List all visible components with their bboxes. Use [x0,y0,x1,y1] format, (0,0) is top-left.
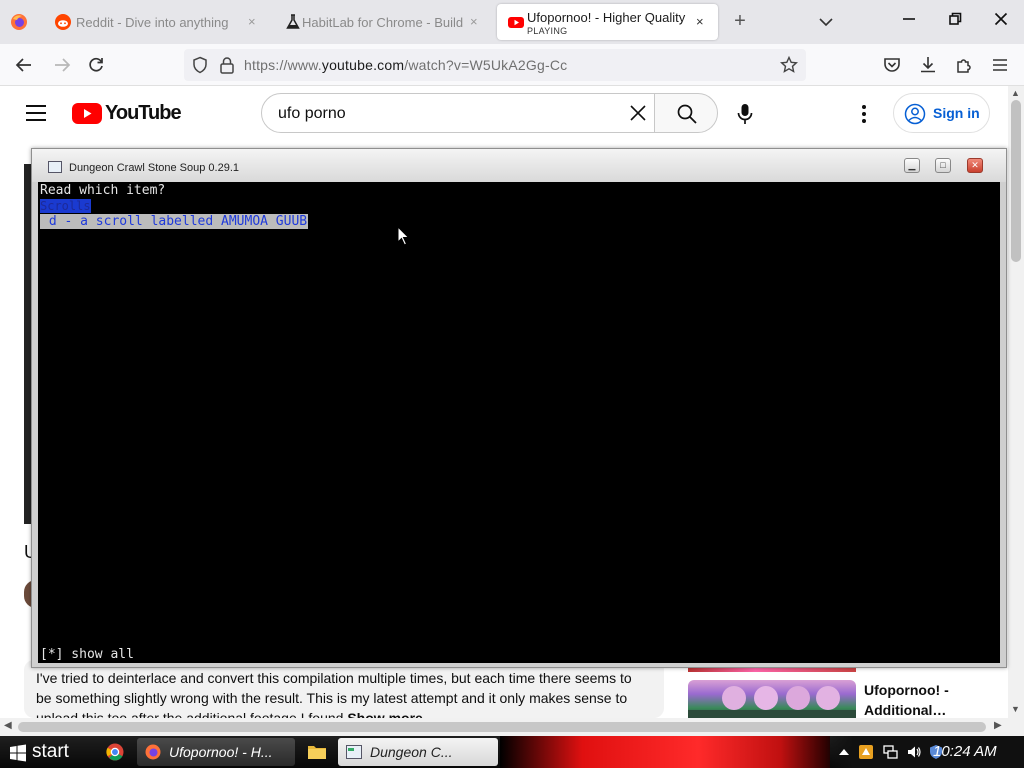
url-path: /watch?v=W5UkA2Gg-Cc [404,57,568,73]
taskbar-dcss[interactable]: Dungeon C... [338,738,498,766]
scroll-up-arrow-icon[interactable]: ▲ [1011,88,1020,98]
close-tab-icon[interactable]: × [470,14,478,29]
firefox-taskbar-icon [145,744,161,760]
dcss-maximize-icon[interactable]: □ [935,158,951,173]
inventory-item-scroll[interactable]: d - a scroll labelled AMUMOA GUUB [40,214,309,229]
page-scrollbar[interactable]: ▲ ▼ [1008,86,1024,718]
extensions-icon[interactable] [954,55,974,75]
search-query: ufo porno [278,105,346,122]
mouse-cursor-icon [397,226,410,246]
reload-icon[interactable] [86,55,106,75]
scroll-right-arrow-icon[interactable]: ▶ [994,720,1002,731]
back-arrow-icon[interactable] [14,55,34,75]
dcss-title-bar[interactable]: Dungeon Crawl Stone Soup 0.29.1 ▁ □ ✕ [32,149,1006,182]
firefox-logo-icon[interactable] [10,13,28,31]
thumbnail-figures [688,686,856,720]
tab-youtube[interactable]: Ufopornoo! - Higher Quality PLAYING × [497,4,718,40]
tab-title: Reddit - Dive into anything [76,15,229,30]
dcss-window-title: Dungeon Crawl Stone Soup 0.29.1 [69,162,240,174]
horizontal-scrollbar-thumb[interactable] [18,722,986,732]
url-domain: youtube.com [321,57,405,73]
tab-habitlab[interactable]: HabitLab for Chrome - Build × [274,4,488,40]
download-icon[interactable] [918,55,938,75]
more-options-icon[interactable] [858,103,870,125]
close-window-icon[interactable] [988,10,1014,34]
volume-icon[interactable] [906,744,922,760]
tray-expand-arrow-icon[interactable] [836,744,852,760]
dcss-taskbar-icon [346,745,362,759]
clear-search-icon[interactable] [628,103,648,123]
youtube-logo[interactable]: YouTube [72,101,182,124]
lock-icon[interactable] [219,56,235,74]
scrollbar-thumb[interactable] [1011,100,1021,262]
desktop-wallpaper [500,736,830,768]
search-input[interactable]: ufo porno [261,93,655,133]
bookmark-star-icon[interactable] [780,56,798,74]
search-icon [677,104,697,124]
restore-icon[interactable] [942,10,968,34]
inventory-category: Scrolls [40,199,91,213]
horizontal-scrollbar[interactable]: ◀ ▶ [0,718,1024,736]
folder-icon[interactable] [307,743,327,761]
terminal-app-icon [48,161,62,173]
video-description[interactable]: I've tried to deinterlace and convert th… [24,660,664,726]
microphone-icon[interactable] [735,103,755,125]
show-all-option[interactable]: [*] show all [40,647,134,662]
read-prompt: Read which item? [40,183,166,198]
menu-icon[interactable] [990,55,1010,75]
taskbar: start Ufopornoo! - H... Dungeon C... 10:… [0,736,1024,768]
tray-app-icon[interactable] [858,744,874,760]
tab-reddit[interactable]: Reddit - Dive into anything × [44,4,268,40]
navigation-toolbar: https://www.youtube.com/watch?v=W5UkA2Gg… [0,44,1024,86]
taskbar-clock[interactable]: 10:24 AM [933,743,997,760]
network-icon[interactable] [882,744,898,760]
tab-strip: Reddit - Dive into anything × HabitLab f… [0,0,1024,44]
youtube-play-icon [72,102,102,124]
recommendation-thumbnail[interactable] [688,680,856,720]
chrome-icon[interactable] [106,743,124,761]
close-tab-icon[interactable]: × [696,14,704,29]
recommendation-title[interactable]: Ufopornoo! - Additional… [864,680,1004,720]
start-button[interactable]: start [2,738,94,766]
start-label: start [32,741,69,762]
url-prefix: https://www. [244,57,322,73]
pocket-icon[interactable] [882,55,902,75]
scroll-down-arrow-icon[interactable]: ▼ [1011,704,1020,714]
taskbar-dcss-label: Dungeon C... [370,744,453,760]
address-bar[interactable]: https://www.youtube.com/watch?v=W5UkA2Gg… [184,49,806,81]
dcss-close-icon[interactable]: ✕ [967,158,983,173]
guide-menu-icon[interactable] [26,105,46,121]
tab-title: HabitLab for Chrome - Build [302,15,464,30]
flask-icon [286,14,300,29]
forward-arrow-icon[interactable] [52,55,72,75]
search-button[interactable] [654,93,718,133]
taskbar-firefox-label: Ufopornoo! - H... [169,744,273,760]
scroll-left-arrow-icon[interactable]: ◀ [4,720,12,731]
tab-title: Ufopornoo! - Higher Quality [527,10,686,25]
tab-playing-label: PLAYING [527,26,568,36]
youtube-favicon-icon [508,17,524,28]
game-terminal[interactable]: Read which item? Scrolls d - a scroll la… [38,182,1000,663]
close-tab-icon[interactable]: × [248,14,256,29]
new-tab-button[interactable]: + [730,11,750,32]
sign-in-label: Sign in [933,105,980,121]
minimize-icon[interactable] [896,10,922,34]
shield-icon[interactable] [191,56,209,74]
windows-flag-icon [10,744,26,762]
taskbar-firefox[interactable]: Ufopornoo! - H... [137,738,295,766]
url-text[interactable]: https://www.youtube.com/watch?v=W5UkA2Gg… [244,57,567,73]
chevron-down-icon[interactable] [816,12,836,32]
sign-in-button[interactable]: Sign in [893,93,990,133]
youtube-wordmark: YouTube [105,101,182,124]
dcss-window[interactable]: Dungeon Crawl Stone Soup 0.29.1 ▁ □ ✕ Re… [31,148,1007,668]
dcss-minimize-icon[interactable]: ▁ [904,158,920,173]
reddit-icon [55,14,71,30]
account-icon [904,103,926,125]
